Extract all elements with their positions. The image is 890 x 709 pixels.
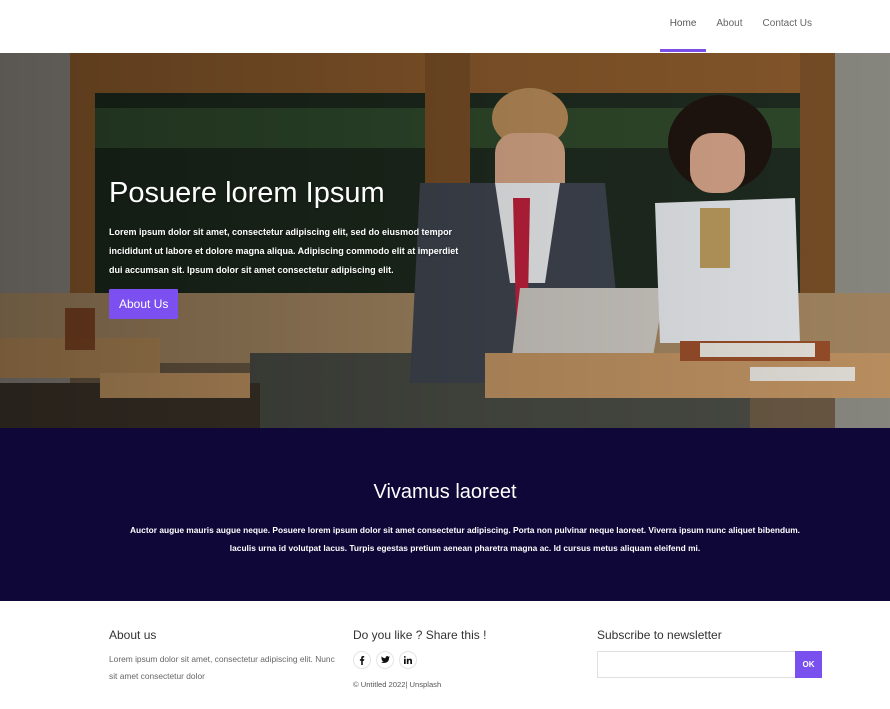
social-icons [353,651,553,669]
footer-share-column: Do you like ? Share this ! © Untitled 20… [353,628,553,689]
top-navbar: Home About Contact Us [0,0,890,53]
nav-contact-link[interactable]: Contact Us [753,0,822,53]
nav-about-link[interactable]: About [706,0,752,53]
newsletter-heading: Subscribe to newsletter [597,628,722,642]
nav-home-link[interactable]: Home [659,0,707,53]
hero-section: Posuere lorem Ipsum Lorem ipsum dolor si… [0,53,890,428]
hero-description: Lorem ipsum dolor sit amet, consectetur … [109,227,459,275]
about-us-button[interactable]: About Us [109,289,179,319]
vivamus-section: Vivamus laoreet Auctor augue mauris augu… [0,428,890,601]
twitter-icon[interactable] [376,651,394,669]
footer-newsletter-column: Subscribe to newsletter OK [597,628,822,678]
copyright-text: © Untitled 2022| Unsplash [353,680,442,689]
about-text: Lorem ipsum dolor sit amet, consectetur … [109,654,335,681]
newsletter-email-input[interactable] [597,651,795,678]
footer-about-column: About us Lorem ipsum dolor sit amet, con… [109,628,339,685]
footer: About us Lorem ipsum dolor sit amet, con… [0,601,890,709]
newsletter-form: OK [597,651,822,678]
share-heading: Do you like ? Share this ! [353,628,487,642]
section-text: Auctor augue mauris augue neque. Posuere… [130,525,800,553]
newsletter-ok-button[interactable]: OK [795,651,822,678]
facebook-icon[interactable] [353,651,371,669]
about-heading: About us [109,628,157,642]
hero-content: Posuere lorem Ipsum Lorem ipsum dolor si… [109,175,469,319]
hero-title: Posuere lorem Ipsum [109,177,385,209]
section-title: Vivamus laoreet [373,481,517,503]
linkedin-icon[interactable] [399,651,417,669]
nav-links: Home About Contact Us [659,0,822,53]
